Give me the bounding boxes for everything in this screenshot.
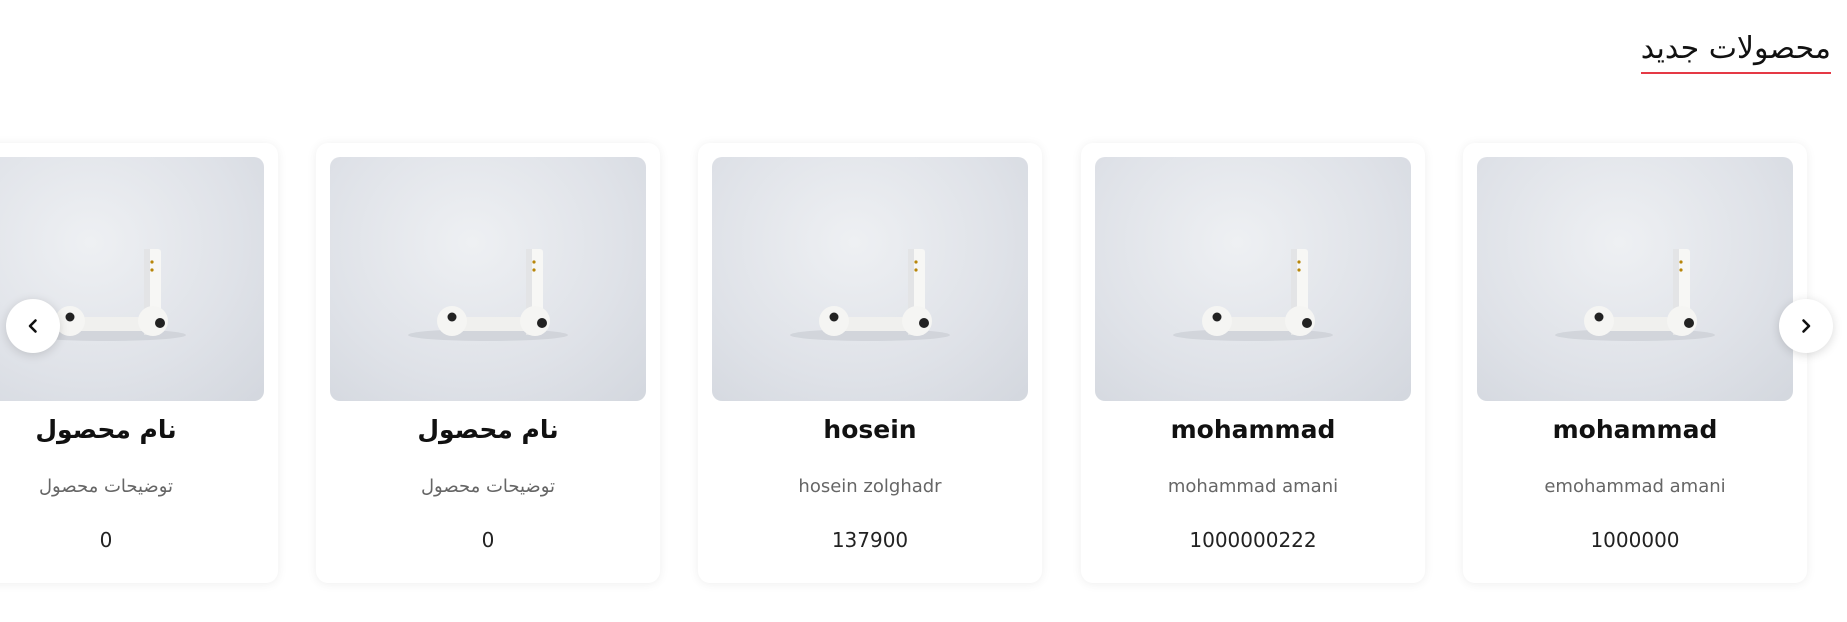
product-image[interactable] (330, 157, 646, 401)
product-description: توضیحات محصول (420, 476, 556, 497)
product-image[interactable] (1477, 157, 1793, 401)
product-price: 137900 (831, 528, 909, 552)
carousel-next-button[interactable] (1779, 299, 1833, 353)
product-price: 1000000222 (1189, 528, 1317, 552)
product-name[interactable]: نام محصول (0, 415, 278, 444)
chevron-right-icon (1802, 319, 1811, 333)
product-description: hosein zolghadr (798, 476, 942, 497)
earbuds-image (1173, 249, 1333, 341)
earbuds-image (408, 249, 568, 341)
product-carousel: mohammad emohammad amani 1000000 mohamma… (0, 0, 1847, 622)
product-card[interactable]: mohammad emohammad amani 1000000 (1463, 143, 1807, 583)
product-description: توضیحات محصول (38, 476, 174, 497)
product-card[interactable]: mohammad mohammad amani 1000000222 (1081, 143, 1425, 583)
product-card[interactable]: hosein hosein zolghadr 137900 (698, 143, 1042, 583)
product-price: 0 (481, 528, 495, 552)
product-name[interactable]: mohammad (1081, 415, 1425, 444)
earbuds-image (790, 249, 950, 341)
product-name[interactable]: نام محصول (316, 415, 660, 444)
product-card[interactable]: نام محصول توضیحات محصول 0 (0, 143, 278, 583)
product-name[interactable]: hosein (698, 415, 1042, 444)
carousel-prev-button[interactable] (6, 299, 60, 353)
page: محصولات جدید mohammad emohammad amani 10… (0, 0, 1847, 622)
product-card[interactable]: نام محصول توضیحات محصول 0 (316, 143, 660, 583)
product-image[interactable] (712, 157, 1028, 401)
product-price: 1000000 (1590, 528, 1680, 552)
earbuds-image (1555, 249, 1715, 341)
product-image[interactable] (0, 157, 264, 401)
product-image[interactable] (1095, 157, 1411, 401)
product-description: emohammad amani (1544, 476, 1726, 497)
earbuds-image (26, 249, 186, 341)
product-price: 0 (99, 528, 113, 552)
chevron-left-icon (28, 319, 37, 333)
product-name[interactable]: mohammad (1463, 415, 1807, 444)
product-description: mohammad amani (1167, 476, 1339, 497)
